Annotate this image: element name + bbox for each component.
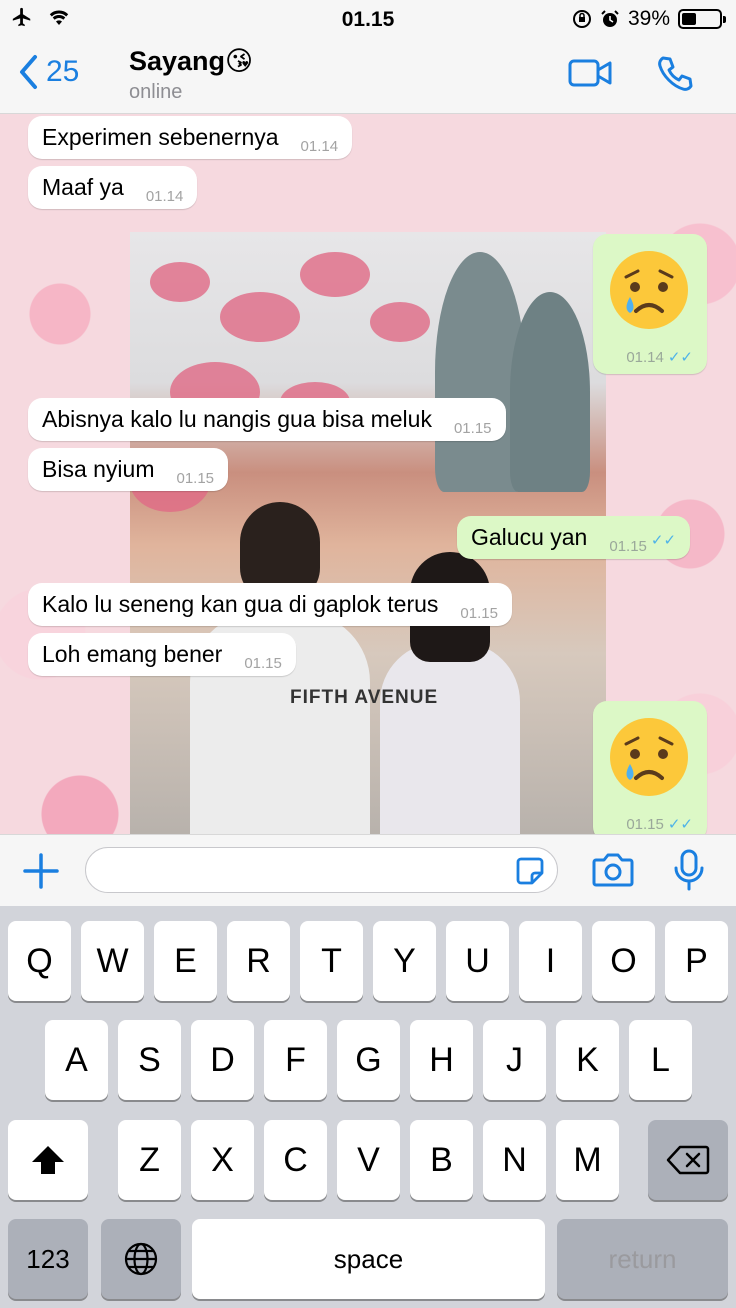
key-v[interactable]: V [337, 1120, 400, 1200]
shift-key[interactable] [8, 1120, 88, 1200]
key-e[interactable]: E [154, 921, 217, 1001]
read-ticks-icon: ✓✓ [667, 349, 693, 366]
key-r[interactable]: R [227, 921, 290, 1001]
key-h[interactable]: H [410, 1020, 473, 1100]
photo-shirt-text: FIFTH AVENUE [290, 687, 439, 708]
backspace-key[interactable] [648, 1120, 728, 1200]
key-q[interactable]: Q [8, 921, 71, 1001]
alarm-icon [601, 10, 619, 27]
plus-icon[interactable] [22, 852, 60, 890]
key-k[interactable]: K [556, 1020, 619, 1100]
read-ticks-icon: ✓✓ [650, 532, 677, 549]
message-text: Abisnya kalo lu nangis gua bisa meluk [42, 406, 432, 432]
message-text: Experimen sebenernya [42, 124, 279, 150]
crying-face-icon [610, 718, 688, 796]
message-time: 01.14 [626, 349, 664, 366]
chat-area[interactable]: FIFTH AVENUE Experimen sebenernya 01.14 M… [0, 114, 736, 834]
emoji-message[interactable]: 01.14 ✓✓ [593, 234, 707, 374]
message-time: 01.15 [244, 655, 282, 672]
message-text: Galucu yan [471, 524, 588, 550]
chat-header: 25 Sayang😘 online [0, 38, 736, 114]
key-b[interactable]: B [410, 1120, 473, 1200]
status-bar: 01.15 39% [0, 0, 736, 38]
video-call-icon[interactable] [567, 54, 615, 92]
crying-face-icon [610, 251, 688, 329]
camera-icon[interactable] [591, 850, 635, 890]
key-g[interactable]: G [337, 1020, 400, 1100]
battery-icon [678, 9, 726, 29]
phone-icon[interactable] [655, 54, 695, 94]
message-input[interactable] [85, 847, 558, 893]
contact-name[interactable]: Sayang😘 [129, 46, 253, 77]
key-t[interactable]: T [300, 921, 363, 1001]
back-button[interactable]: 25 [18, 54, 79, 90]
key-f[interactable]: F [264, 1020, 327, 1100]
message-text: Maaf ya [42, 174, 124, 200]
message-text: Loh emang bener [42, 641, 223, 667]
message-bubble[interactable]: Abisnya kalo lu nangis gua bisa meluk 01.… [28, 398, 506, 441]
key-s[interactable]: S [118, 1020, 181, 1100]
message-bubble[interactable]: Experimen sebenernya 01.14 [28, 116, 353, 159]
key-c[interactable]: C [264, 1120, 327, 1200]
message-time: 01.15 [626, 816, 664, 833]
key-p[interactable]: P [665, 921, 728, 1001]
shift-icon [32, 1146, 64, 1174]
lock-rotation-icon [572, 10, 591, 28]
emoji-message[interactable]: 01.15 ✓✓ [593, 701, 707, 834]
message-time: 01.15 [609, 538, 647, 555]
message-bubble[interactable]: Galucu yan 01.15 ✓✓ [457, 516, 691, 559]
key-m[interactable]: M [556, 1120, 619, 1200]
key-a[interactable]: A [45, 1020, 108, 1100]
message-time: 01.15 [176, 470, 215, 487]
message-time: 01.15 [460, 605, 498, 622]
key-l[interactable]: L [629, 1020, 692, 1100]
key-d[interactable]: D [191, 1020, 254, 1100]
unread-count: 25 [46, 55, 80, 88]
key-o[interactable]: O [592, 921, 655, 1001]
battery-percent: 39% [627, 7, 670, 30]
message-text: Kalo lu seneng kan gua di gaplok terus [42, 591, 439, 617]
sticker-icon[interactable] [515, 856, 545, 886]
key-u[interactable]: U [446, 921, 509, 1001]
message-bubble[interactable]: Loh emang bener 01.15 [28, 633, 296, 676]
read-ticks-icon: ✓✓ [667, 816, 693, 833]
key-n[interactable]: N [483, 1120, 546, 1200]
backspace-icon [666, 1145, 710, 1175]
key-i[interactable]: I [519, 921, 582, 1001]
return-key[interactable]: return [557, 1219, 728, 1299]
message-text: Bisa nyium [42, 456, 155, 482]
microphone-icon[interactable] [673, 848, 705, 892]
contact-status: online [129, 81, 183, 103]
keyboard: Q W E R T Y U I O P A S D F G H J K L Z … [0, 906, 736, 1308]
key-y[interactable]: Y [373, 921, 436, 1001]
key-z[interactable]: Z [118, 1120, 181, 1200]
key-x[interactable]: X [191, 1120, 254, 1200]
message-bubble[interactable]: Kalo lu seneng kan gua di gaplok terus 01… [28, 583, 512, 626]
message-time: 01.14 [300, 138, 339, 155]
globe-key[interactable] [101, 1219, 181, 1299]
message-bubble[interactable]: Bisa nyium 01.15 [28, 448, 229, 491]
key-j[interactable]: J [483, 1020, 546, 1100]
message-bubble[interactable]: Maaf ya 01.14 [28, 166, 198, 209]
numbers-key[interactable]: 123 [8, 1219, 88, 1299]
back-chevron-icon [20, 55, 37, 89]
space-key[interactable]: space [192, 1219, 545, 1299]
key-w[interactable]: W [81, 921, 144, 1001]
globe-icon [124, 1242, 158, 1276]
message-input-bar [0, 834, 736, 906]
message-time: 01.15 [453, 420, 492, 437]
message-time: 01.14 [145, 188, 184, 205]
